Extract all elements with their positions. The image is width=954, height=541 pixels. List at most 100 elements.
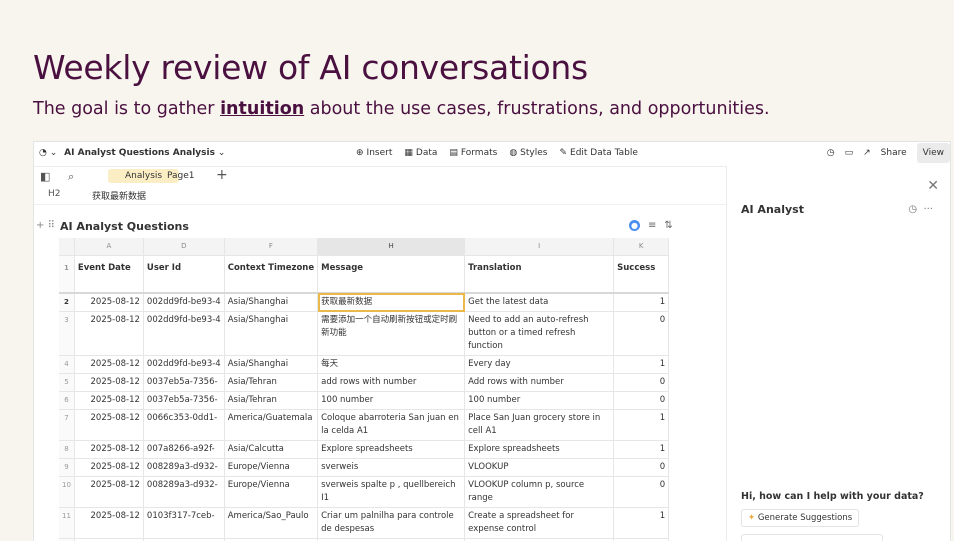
table-cell[interactable]: 002dd9fd-be93-4 xyxy=(143,293,224,312)
table-cell[interactable]: Asia/Tehran xyxy=(224,374,317,392)
table-cell[interactable]: Asia/Shanghai xyxy=(224,356,317,374)
ai-badge-icon[interactable]: ● xyxy=(629,220,640,231)
column-header[interactable]: K xyxy=(614,238,669,256)
column-header[interactable]: A xyxy=(74,238,143,256)
table-cell[interactable]: 2025-08-12 xyxy=(74,410,143,441)
table-cell[interactable]: Get the latest data xyxy=(465,293,614,312)
header-cell[interactable]: Event Date xyxy=(74,256,143,294)
table-cell[interactable]: 2025-08-12 xyxy=(74,508,143,539)
sidebar-toggle-icon[interactable]: ◧ xyxy=(40,170,50,183)
table-cell[interactable]: Asia/Shanghai xyxy=(224,312,317,356)
table-cell[interactable]: 2025-08-12 xyxy=(74,477,143,508)
table-cell[interactable]: 需要添加一个自动刷新按钮或定时刷新功能 xyxy=(318,312,465,356)
table-cell[interactable]: 100 number xyxy=(465,392,614,410)
column-header[interactable]: D xyxy=(143,238,224,256)
header-cell[interactable]: Message xyxy=(318,256,465,294)
view-button[interactable]: View xyxy=(917,143,950,163)
table-cell[interactable]: 007a8266-a92f- xyxy=(143,441,224,459)
table-cell[interactable]: 0066c353-0dd1- xyxy=(143,410,224,441)
insert-button[interactable]: ⊕Insert xyxy=(356,148,392,158)
table-cell[interactable]: add rows with number xyxy=(318,374,465,392)
table-cell[interactable]: 0037eb5a-7356- xyxy=(143,392,224,410)
row-number[interactable]: 5 xyxy=(59,374,74,392)
table-cell[interactable]: sverweis xyxy=(318,459,465,477)
table-row[interactable]: 72025-08-120066c353-0dd1-America/Guatema… xyxy=(59,410,669,441)
row-number[interactable]: 9 xyxy=(59,459,74,477)
search-icon[interactable]: ⌕ xyxy=(68,170,74,184)
table-cell[interactable]: 2025-08-12 xyxy=(74,392,143,410)
row-number[interactable]: 6 xyxy=(59,392,74,410)
formula-input[interactable]: 获取最新数据 xyxy=(92,189,146,202)
table-cell[interactable]: sverweis spalte p , quellbereich I1 xyxy=(318,477,465,508)
table-cell[interactable]: 0103f317-7ceb- xyxy=(143,508,224,539)
table-cell[interactable]: Need to add an auto-refresh button or a … xyxy=(465,312,614,356)
column-header[interactable]: I xyxy=(465,238,614,256)
table-cell[interactable]: 2025-08-12 xyxy=(74,459,143,477)
table-cell[interactable]: 008289a3-d932- xyxy=(143,459,224,477)
table-cell[interactable]: 2025-08-12 xyxy=(74,356,143,374)
table-cell[interactable]: 002dd9fd-be93-4 xyxy=(143,312,224,356)
drag-handle-icon[interactable]: + ⠿ xyxy=(36,220,55,231)
table-row[interactable]: 32025-08-12002dd9fd-be93-4Asia/Shanghai需… xyxy=(59,312,669,356)
table-cell[interactable]: 1 xyxy=(614,441,669,459)
close-icon[interactable]: ✕ xyxy=(927,178,939,194)
row-number[interactable]: 4 xyxy=(59,356,74,374)
table-row[interactable]: 42025-08-12002dd9fd-be93-4Asia/Shanghai每… xyxy=(59,356,669,374)
history-icon[interactable]: ◷ xyxy=(827,148,835,158)
table-row[interactable]: 112025-08-120103f317-7ceb-America/Sao_Pa… xyxy=(59,508,669,539)
history-icon[interactable]: ◷ xyxy=(908,204,917,215)
table-cell[interactable]: 002dd9fd-be93-4 xyxy=(143,356,224,374)
table-cell[interactable]: Asia/Tehran xyxy=(224,392,317,410)
table-cell[interactable]: 2025-08-12 xyxy=(74,312,143,356)
table-cell[interactable]: 008289a3-d932- xyxy=(143,477,224,508)
table-cell[interactable]: 2025-08-12 xyxy=(74,441,143,459)
table-cell[interactable]: 1 xyxy=(614,508,669,539)
table-row[interactable]: 82025-08-12007a8266-a92f-Asia/CalcuttaEx… xyxy=(59,441,669,459)
header-cell[interactable]: Translation xyxy=(465,256,614,294)
row-number[interactable]: 11 xyxy=(59,508,74,539)
generate-suggestions-button[interactable]: ✦ Generate Suggestions xyxy=(741,509,859,527)
table-cell[interactable]: 获取最新数据 xyxy=(318,293,465,312)
table-cell[interactable]: Every day xyxy=(465,356,614,374)
table-cell[interactable]: Europe/Vienna xyxy=(224,477,317,508)
table-cell[interactable]: 0037eb5a-7356- xyxy=(143,374,224,392)
table-cell[interactable]: 1 xyxy=(614,410,669,441)
table-cell[interactable]: Asia/Shanghai xyxy=(224,293,317,312)
table-cell[interactable]: 2025-08-12 xyxy=(74,293,143,312)
comment-icon[interactable]: ▭ xyxy=(845,148,854,158)
edit-data-table-button[interactable]: ✎Edit Data Table xyxy=(559,148,637,158)
table-cell[interactable]: Add rows with number xyxy=(465,374,614,392)
table-row[interactable]: 52025-08-120037eb5a-7356-Asia/Tehranadd … xyxy=(59,374,669,392)
table-cell[interactable]: Coloque abarroteria San juan en la celda… xyxy=(318,410,465,441)
formats-button[interactable]: ▤Formats xyxy=(449,148,497,158)
data-button[interactable]: ▦Data xyxy=(404,148,437,158)
table-cell[interactable]: Create a spreadsheet for expense control xyxy=(465,508,614,539)
add-tab-icon[interactable]: + xyxy=(216,167,228,183)
table-cell[interactable]: 0 xyxy=(614,392,669,410)
sort-icon[interactable]: ⇅ xyxy=(664,220,672,231)
table-cell[interactable]: 0 xyxy=(614,374,669,392)
table-cell[interactable]: 1 xyxy=(614,293,669,312)
table-cell[interactable]: America/Guatemala xyxy=(224,410,317,441)
header-cell[interactable]: Context Timezone xyxy=(224,256,317,294)
table-cell[interactable]: Place San Juan grocery store in cell A1 xyxy=(465,410,614,441)
table-cell[interactable]: Europe/Vienna xyxy=(224,459,317,477)
row-number[interactable]: 3 xyxy=(59,312,74,356)
doc-title-menu[interactable]: ◔ ⌄ AI Analyst Questions Analysis ⌄ xyxy=(39,148,225,158)
share-button[interactable]: Share xyxy=(881,148,907,158)
row-number[interactable]: 2 xyxy=(59,293,74,312)
table-cell[interactable]: Asia/Calcutta xyxy=(224,441,317,459)
table-cell[interactable]: Criar um palnilha para controle de despe… xyxy=(318,508,465,539)
table-cell[interactable]: Explore spreadsheets xyxy=(465,441,614,459)
table-cell[interactable]: 100 number xyxy=(318,392,465,410)
table-cell[interactable]: 0 xyxy=(614,312,669,356)
table-cell[interactable]: 0 xyxy=(614,459,669,477)
column-header[interactable]: F xyxy=(224,238,317,256)
row-number[interactable]: 10 xyxy=(59,477,74,508)
styles-button[interactable]: ◍Styles xyxy=(509,148,547,158)
table-cell[interactable]: 每天 xyxy=(318,356,465,374)
tab-page1[interactable]: Page1 xyxy=(167,171,195,181)
more-icon[interactable]: ··· xyxy=(923,204,933,215)
trend-icon[interactable]: ↗ xyxy=(863,148,871,158)
table-row[interactable]: 22025-08-12002dd9fd-be93-4Asia/Shanghai获… xyxy=(59,293,669,312)
